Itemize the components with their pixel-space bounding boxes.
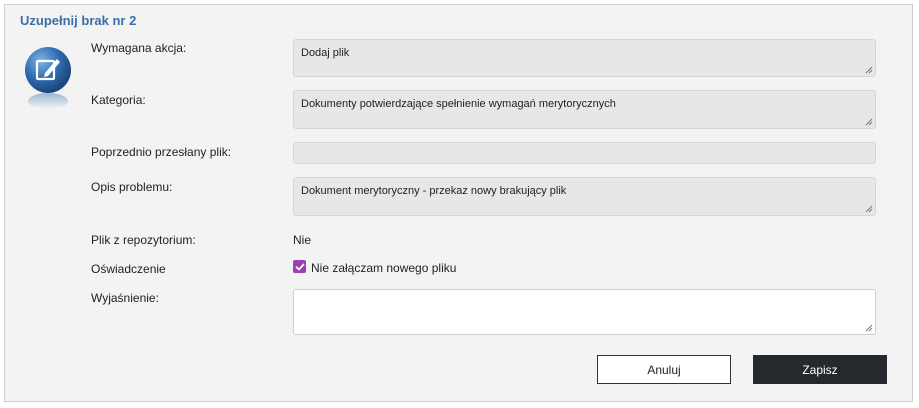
required-action-field[interactable]: Dodaj plik bbox=[293, 39, 876, 77]
explanation-textarea[interactable] bbox=[293, 289, 876, 335]
problem-description-value: Dokument merytoryczny - przekaz nowy bra… bbox=[301, 185, 567, 197]
edit-document-icon bbox=[23, 45, 73, 115]
category-value: Dokumenty potwierdzające spełnienie wyma… bbox=[301, 98, 616, 110]
no-new-file-checkbox[interactable] bbox=[293, 260, 306, 273]
save-button[interactable]: Zapisz bbox=[753, 355, 887, 384]
checkmark-icon bbox=[295, 263, 304, 270]
resize-grip-icon[interactable] bbox=[865, 324, 873, 332]
statement-label: Oświadczenie bbox=[91, 262, 166, 276]
repository-file-value: Nie bbox=[293, 233, 312, 247]
repository-file-label: Plik z repozytorium: bbox=[91, 233, 196, 247]
problem-description-label: Opis problemu: bbox=[91, 180, 173, 194]
resize-grip-icon[interactable] bbox=[865, 118, 873, 126]
problem-description-field[interactable]: Dokument merytoryczny - przekaz nowy bra… bbox=[293, 177, 876, 216]
previous-file-label: Poprzednio przesłany plik: bbox=[91, 145, 232, 159]
dialog-panel: Uzupełnij brak nr 2 Wymagana akcja: Doda… bbox=[4, 4, 913, 402]
required-action-value: Dodaj plik bbox=[301, 47, 350, 59]
no-new-file-checkbox-label[interactable]: Nie załączam nowego pliku bbox=[311, 261, 456, 275]
resize-grip-icon[interactable] bbox=[865, 66, 873, 74]
explanation-label: Wyjaśnienie: bbox=[91, 291, 159, 305]
previous-file-field[interactable] bbox=[293, 142, 876, 164]
cancel-button[interactable]: Anuluj bbox=[597, 355, 731, 384]
category-field[interactable]: Dokumenty potwierdzające spełnienie wyma… bbox=[293, 90, 876, 129]
dialog-title: Uzupełnij brak nr 2 bbox=[20, 13, 137, 28]
required-action-label: Wymagana akcja: bbox=[91, 41, 187, 55]
resize-grip-icon[interactable] bbox=[865, 205, 873, 213]
category-label: Kategoria: bbox=[91, 93, 146, 107]
